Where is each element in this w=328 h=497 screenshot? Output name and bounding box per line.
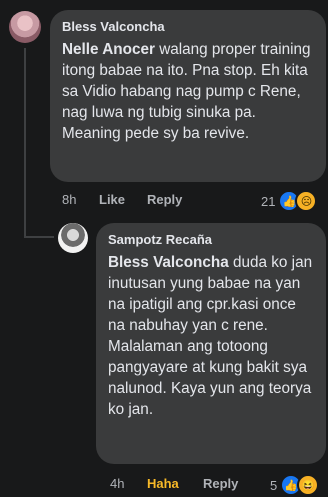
reply-body: duda ko jan inutusan yung babae na yan n…: [108, 254, 313, 418]
avatar[interactable]: [9, 11, 41, 43]
reaction-summary[interactable]: 5 👍 😆: [270, 474, 320, 496]
reaction-summary[interactable]: 21 👍 ☹: [261, 190, 318, 212]
reply-text: Bless Valconcha duda ko jan inutusan yun…: [108, 252, 314, 420]
reply-button[interactable]: Reply: [203, 476, 238, 491]
haha-icon: 😆: [297, 474, 320, 496]
avatar[interactable]: [58, 223, 88, 253]
like-button[interactable]: Like: [99, 192, 125, 207]
mention-link[interactable]: Nelle Anocer: [62, 41, 155, 58]
comment-author[interactable]: Bless Valconcha: [62, 19, 314, 35]
mention-link[interactable]: Bless Valconcha: [108, 254, 229, 271]
reply-time[interactable]: 4h: [110, 476, 124, 491]
comment-bubble: Bless Valconcha Nelle Anocer walang prop…: [50, 10, 326, 182]
reply-author[interactable]: Sampotz Recaña: [108, 232, 314, 248]
reply-button[interactable]: Reply: [147, 192, 182, 207]
reply-bubble: Sampotz Recaña Bless Valconcha duda ko j…: [96, 223, 326, 464]
sad-icon: ☹: [295, 190, 318, 212]
haha-reaction-button[interactable]: Haha: [147, 476, 179, 491]
comment-time[interactable]: 8h: [62, 192, 76, 207]
reaction-count: 5: [270, 477, 278, 493]
comment-text: Nelle Anocer walang proper training iton…: [62, 39, 314, 144]
reaction-count: 21: [261, 193, 276, 209]
thread-line-elbow: [24, 236, 54, 238]
